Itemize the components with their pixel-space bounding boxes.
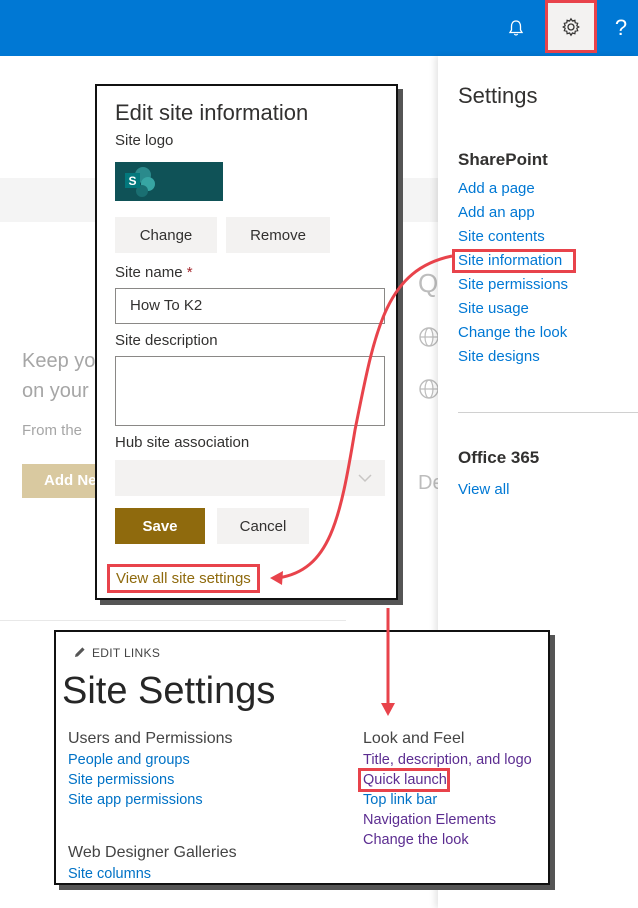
edit-links-label: EDIT LINKS [92, 646, 161, 660]
sharepoint-header: SharePoint [458, 150, 548, 169]
site-logo-label: Site logo [115, 132, 174, 149]
remove-logo-button[interactable]: Remove [226, 217, 330, 253]
background-text: Keep yo on your [22, 350, 96, 402]
background-add-button: Add Ne [22, 464, 102, 498]
view-all-site-settings-link[interactable]: View all site settings [107, 564, 260, 593]
required-marker: * [186, 264, 193, 281]
background-subtext: From the [22, 422, 83, 439]
site-contents-link[interactable]: Site contents [458, 228, 545, 245]
top-link-bar-link[interactable]: Top link bar [363, 792, 437, 808]
chevron-down-icon [358, 474, 372, 483]
cancel-button[interactable]: Cancel [217, 508, 309, 544]
web-designer-galleries-heading: Web Designer Galleries [68, 844, 237, 861]
site-settings-card: EDIT LINKS Site Settings Users and Permi… [54, 630, 550, 885]
dialog-title: Edit site information [115, 100, 309, 125]
view-all-link[interactable]: View all [458, 481, 509, 498]
people-and-groups-link[interactable]: People and groups [68, 752, 190, 768]
site-app-permissions-link[interactable]: Site app permissions [68, 792, 203, 808]
pencil-icon [75, 647, 85, 657]
help-icon: ? [614, 15, 628, 40]
site-description-label: Site description [115, 332, 218, 349]
users-permissions-heading: Users and Permissions [68, 730, 233, 747]
gear-icon [562, 17, 580, 36]
add-a-page-link[interactable]: Add a page [458, 180, 535, 197]
background-search-icon: Q [418, 268, 439, 298]
suite-bar [0, 0, 638, 56]
settings-title: Settings [458, 83, 538, 108]
site-name-label: Site name * [115, 264, 193, 281]
site-designs-link[interactable]: Site designs [458, 348, 540, 365]
notifications-button[interactable] [496, 0, 536, 56]
site-settings-title: Site Settings [62, 670, 276, 712]
change-logo-button[interactable]: Change [115, 217, 217, 253]
help-button[interactable]: ? [604, 0, 638, 56]
site-permissions-link[interactable]: Site permissions [68, 772, 174, 788]
svg-text:S: S [128, 174, 136, 188]
site-name-input[interactable]: How To K2 [115, 288, 385, 324]
site-name-value: How To K2 [130, 297, 203, 314]
site-usage-link[interactable]: Site usage [458, 300, 529, 317]
change-the-look-link[interactable]: Change the look [363, 832, 469, 848]
sharepoint-logo-icon: S [125, 167, 155, 197]
background-globe-icon [418, 326, 440, 354]
hub-site-label: Hub site association [115, 434, 250, 451]
remove-label: Remove [250, 226, 306, 244]
site-logo-image: S [115, 162, 223, 201]
edit-links-button[interactable]: EDIT LINKS [74, 646, 160, 660]
bell-icon [508, 20, 524, 36]
title-description-logo-link[interactable]: Title, description, and logo [363, 752, 532, 768]
highlight-box [358, 768, 450, 792]
divider [458, 412, 638, 413]
highlight-box [452, 249, 576, 273]
site-permissions-link[interactable]: Site permissions [458, 276, 568, 293]
office-365-header: Office 365 [458, 448, 540, 467]
background-globe-icon [418, 378, 440, 406]
background-divider [0, 620, 346, 621]
navigation-elements-link[interactable]: Navigation Elements [363, 812, 496, 828]
site-columns-link[interactable]: Site columns [68, 866, 151, 882]
look-and-feel-heading: Look and Feel [363, 730, 465, 747]
hub-site-dropdown[interactable] [115, 460, 385, 496]
edit-site-info-dialog: Edit site information Site logo S Change… [95, 84, 398, 600]
save-button[interactable]: Save [115, 508, 205, 544]
add-an-app-link[interactable]: Add an app [458, 204, 535, 221]
change-the-look-link[interactable]: Change the look [458, 324, 567, 341]
site-description-textarea[interactable] [115, 356, 385, 426]
settings-button[interactable] [545, 0, 597, 53]
